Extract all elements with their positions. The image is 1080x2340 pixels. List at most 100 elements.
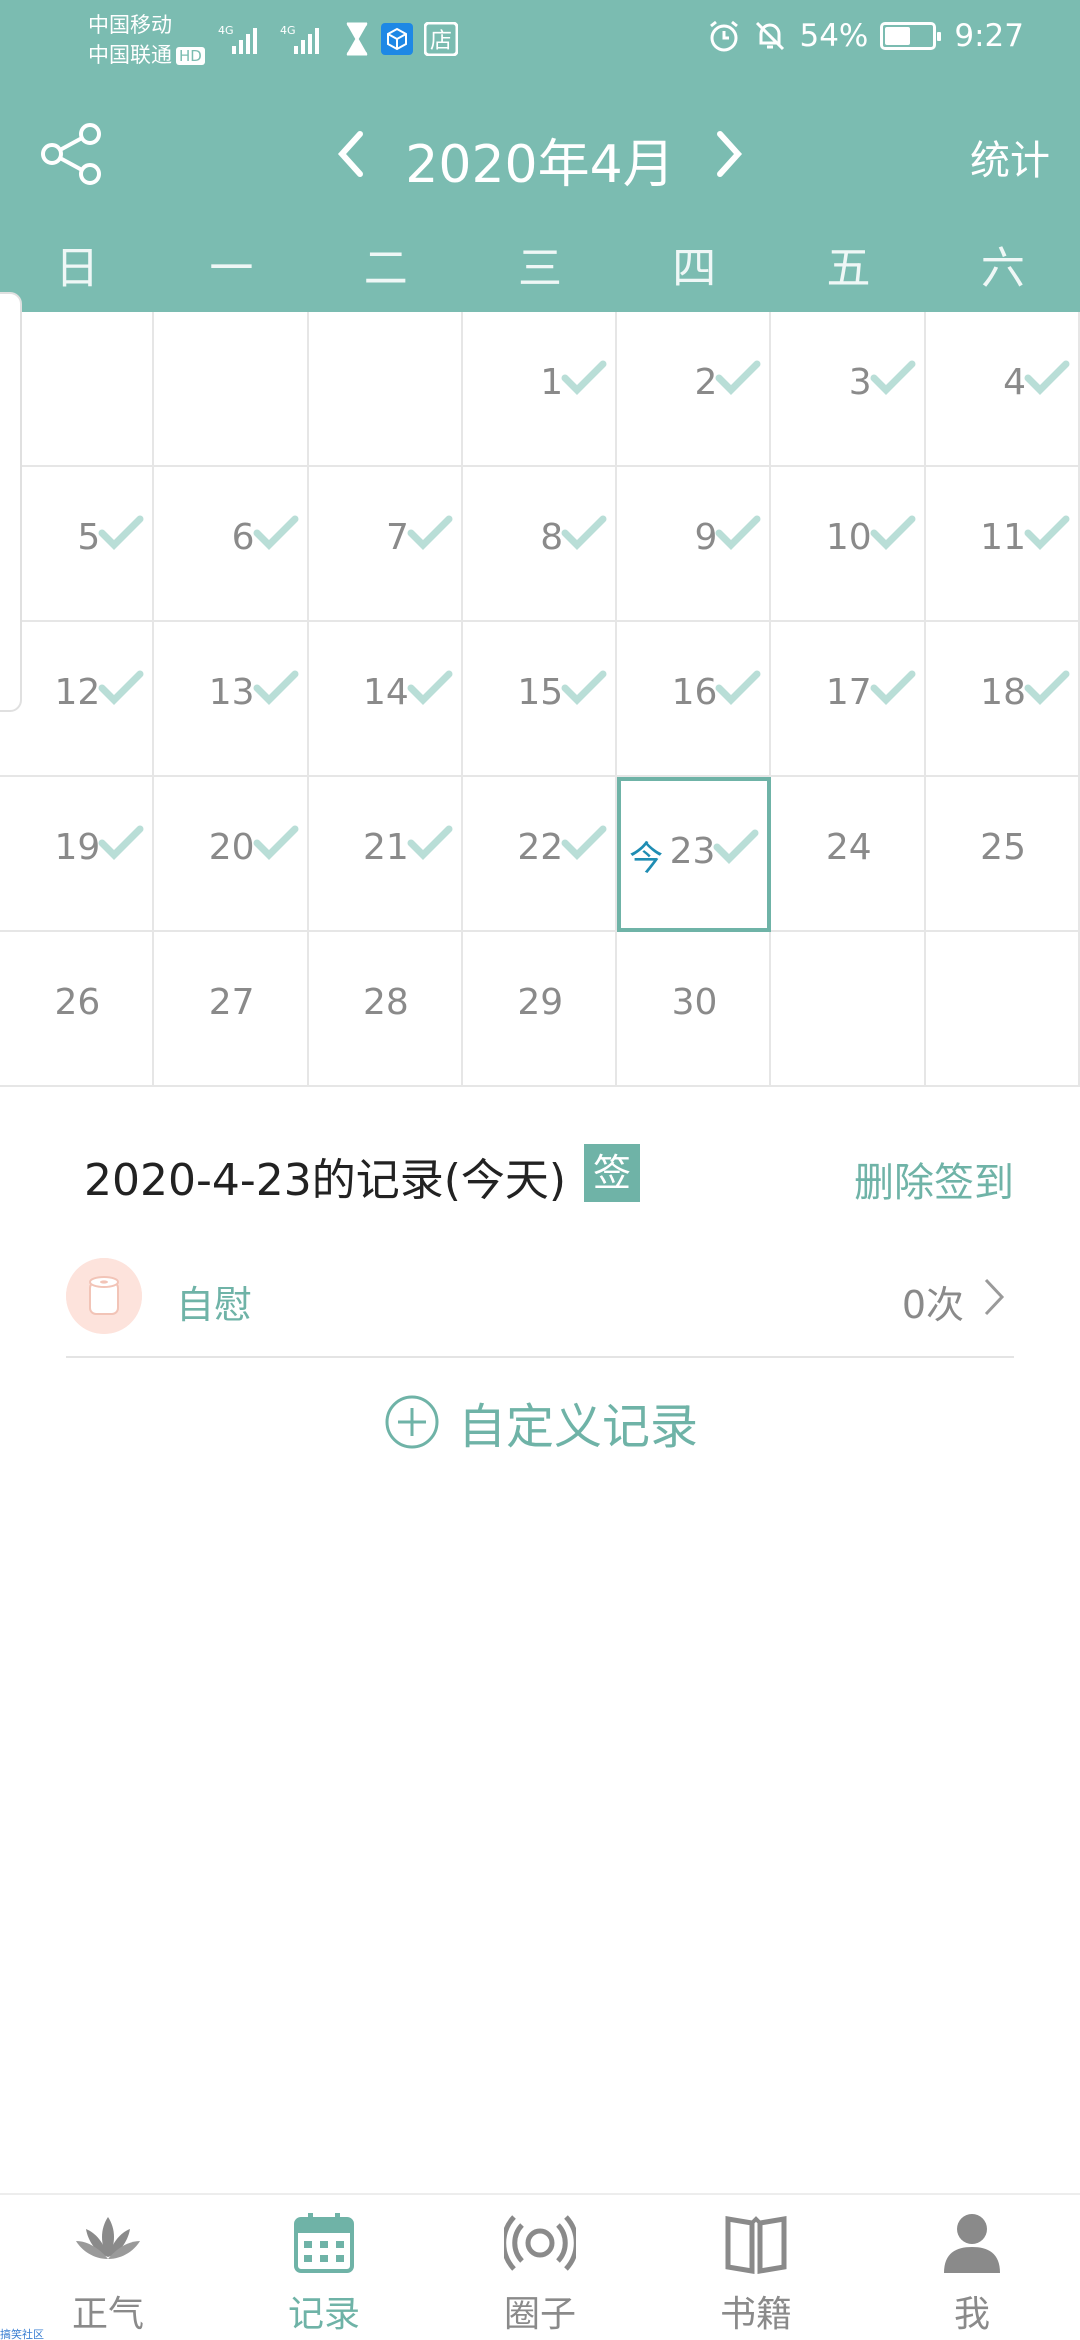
calendar-day-cell[interactable]: 1 [462, 312, 618, 467]
calendar-day-cell [0, 312, 155, 467]
calendar-day-cell[interactable]: 2 [617, 312, 772, 467]
checkmark-icon [715, 670, 761, 705]
delete-checkin-button[interactable]: 删除签到 [854, 1150, 1014, 1208]
weekday-label: 六 [980, 243, 1025, 294]
weekday-label: 一 [209, 243, 254, 294]
checkmark-icon [407, 825, 453, 860]
calendar-icon [294, 2213, 354, 2273]
person-icon [944, 2214, 1000, 2273]
bottom-nav: 正气 记录 圈子 书籍 我 [0, 2193, 1080, 2340]
prev-month-button[interactable] [328, 126, 372, 182]
day-number: 16 [671, 672, 718, 713]
signal-icon: 4G [280, 24, 319, 54]
nav-label: 圈子 [503, 2294, 576, 2335]
side-drawer-tab[interactable] [0, 292, 22, 712]
checkmark-icon [407, 515, 453, 550]
calendar-day-cell[interactable]: 14 [308, 622, 463, 777]
day-number: 28 [363, 982, 409, 1023]
record-title: 2020-4-23的记录(今天) [84, 1155, 567, 1206]
checkmark-icon [715, 515, 761, 550]
calendar-day-cell[interactable]: 21 [308, 777, 463, 932]
nav-item-me[interactable]: 我 [864, 2195, 1080, 2340]
carrier-2: 中国联通 [88, 43, 172, 67]
network-1: 4G [218, 24, 234, 37]
stats-button[interactable]: 统计 [970, 128, 1050, 186]
calendar-day-cell[interactable]: 20 [154, 777, 309, 932]
calendar-day-cell[interactable]: 13 [154, 622, 309, 777]
checkmark-icon [1024, 360, 1070, 395]
custom-record-label: 自定义记录 [458, 1399, 699, 1455]
checkmark-icon [561, 670, 607, 705]
calendar-grid: 1 2 3 4 5 6 7 8 9 10 11 12 13 14 15 16 17 18 19 20 21 22 23 今 24… [0, 312, 1080, 1087]
day-number: 11 [980, 517, 1026, 558]
record-item-count: 0次 [901, 1283, 964, 1327]
clock: 9:27 [954, 18, 1024, 54]
calendar-day-cell[interactable]: 11 [925, 467, 1080, 622]
calendar-day-cell[interactable]: 17 [771, 622, 926, 777]
calendar-day-cell[interactable]: 26 [0, 932, 155, 1087]
calendar-day-cell[interactable]: 27 [154, 932, 309, 1087]
hd-badge: HD [176, 47, 205, 65]
calendar-day-cell[interactable]: 25 [925, 777, 1080, 932]
calendar-day-cell[interactable]: 8 [462, 467, 618, 622]
calendar-day-cell[interactable]: 15 [462, 622, 618, 777]
checkmark-icon [253, 670, 299, 705]
checkmark-icon [1024, 670, 1070, 705]
nav-item-books[interactable]: 书籍 [648, 2195, 864, 2340]
record-item-row[interactable]: 自慰 0次 [66, 1254, 1014, 1358]
next-month-button[interactable] [708, 126, 752, 182]
watermark: 搞笑社区 [0, 2328, 44, 2340]
status-right: 54% 9:27 [707, 18, 1024, 54]
calendar-day-cell[interactable]: 19 [0, 777, 155, 932]
calendar-day-cell[interactable]: 28 [308, 932, 463, 1087]
nav-item-circle[interactable]: 圈子 [432, 2195, 648, 2340]
today-mark: 今 [629, 839, 664, 879]
checkmark-icon [253, 515, 299, 550]
day-number: 17 [825, 672, 872, 713]
calendar-day-cell[interactable]: 30 [617, 932, 772, 1087]
calendar-day-cell[interactable]: 6 [154, 467, 309, 622]
record-item-label: 自慰 [176, 1283, 253, 1327]
calendar-day-cell[interactable]: 10 [771, 467, 926, 622]
day-number: 24 [825, 827, 872, 868]
calendar-day-cell[interactable]: 7 [308, 467, 463, 622]
weekday-label: 五 [826, 243, 871, 294]
calendar-day-cell[interactable]: 4 [925, 312, 1080, 467]
carrier-1: 中国移动 [88, 13, 172, 37]
calendar-day-cell[interactable]: 24 [771, 777, 926, 932]
weekday-label: 二 [363, 243, 408, 294]
weekday-header: 日 一 二 三 四 五 六 [0, 232, 1080, 302]
calendar-day-cell[interactable]: 3 [771, 312, 926, 467]
calendar-day-cell[interactable]: 18 [925, 622, 1080, 777]
checkmark-icon [1024, 515, 1070, 550]
checkmark-icon [253, 825, 299, 860]
title-bar: 2020年4月 统计 [0, 100, 1080, 210]
battery-fill [885, 27, 911, 45]
calendar-day-cell[interactable]: 29 [462, 932, 618, 1087]
sign-badge: 签 [584, 1144, 640, 1202]
nav-label: 我 [953, 2294, 990, 2335]
calendar-day-cell[interactable]: 9 [617, 467, 772, 622]
day-number: 19 [54, 827, 101, 868]
checkmark-icon [98, 670, 144, 705]
nav-item-record[interactable]: 记录 [216, 2195, 432, 2340]
custom-record-button[interactable]: 自定义记录 [384, 1392, 698, 1455]
mute-bell-icon [756, 21, 785, 51]
checkmark-icon [98, 825, 144, 860]
day-number: 10 [825, 517, 872, 558]
calendar-day-cell[interactable]: 23 今 [617, 777, 772, 932]
calendar-day-cell[interactable]: 12 [0, 622, 155, 777]
header: 中国移动 中国联通 HD 4G 4G 店 54% 9:27 2020年4月 统计… [0, 0, 1080, 312]
nav-item-zhengqi[interactable]: 正气 [0, 2195, 216, 2340]
day-number: 7 [385, 517, 409, 558]
calendar-day-cell[interactable]: 22 [462, 777, 618, 932]
day-number: 26 [54, 982, 101, 1023]
month-title: 2020年4月 [405, 135, 675, 195]
calendar-day-cell[interactable]: 16 [617, 622, 772, 777]
calendar-day-cell [154, 312, 309, 467]
calendar-day-cell[interactable]: 5 [0, 467, 155, 622]
share-icon[interactable] [38, 120, 106, 188]
checkmark-icon [561, 515, 607, 550]
battery-percent: 54% [799, 18, 869, 54]
day-number: 30 [671, 982, 718, 1023]
